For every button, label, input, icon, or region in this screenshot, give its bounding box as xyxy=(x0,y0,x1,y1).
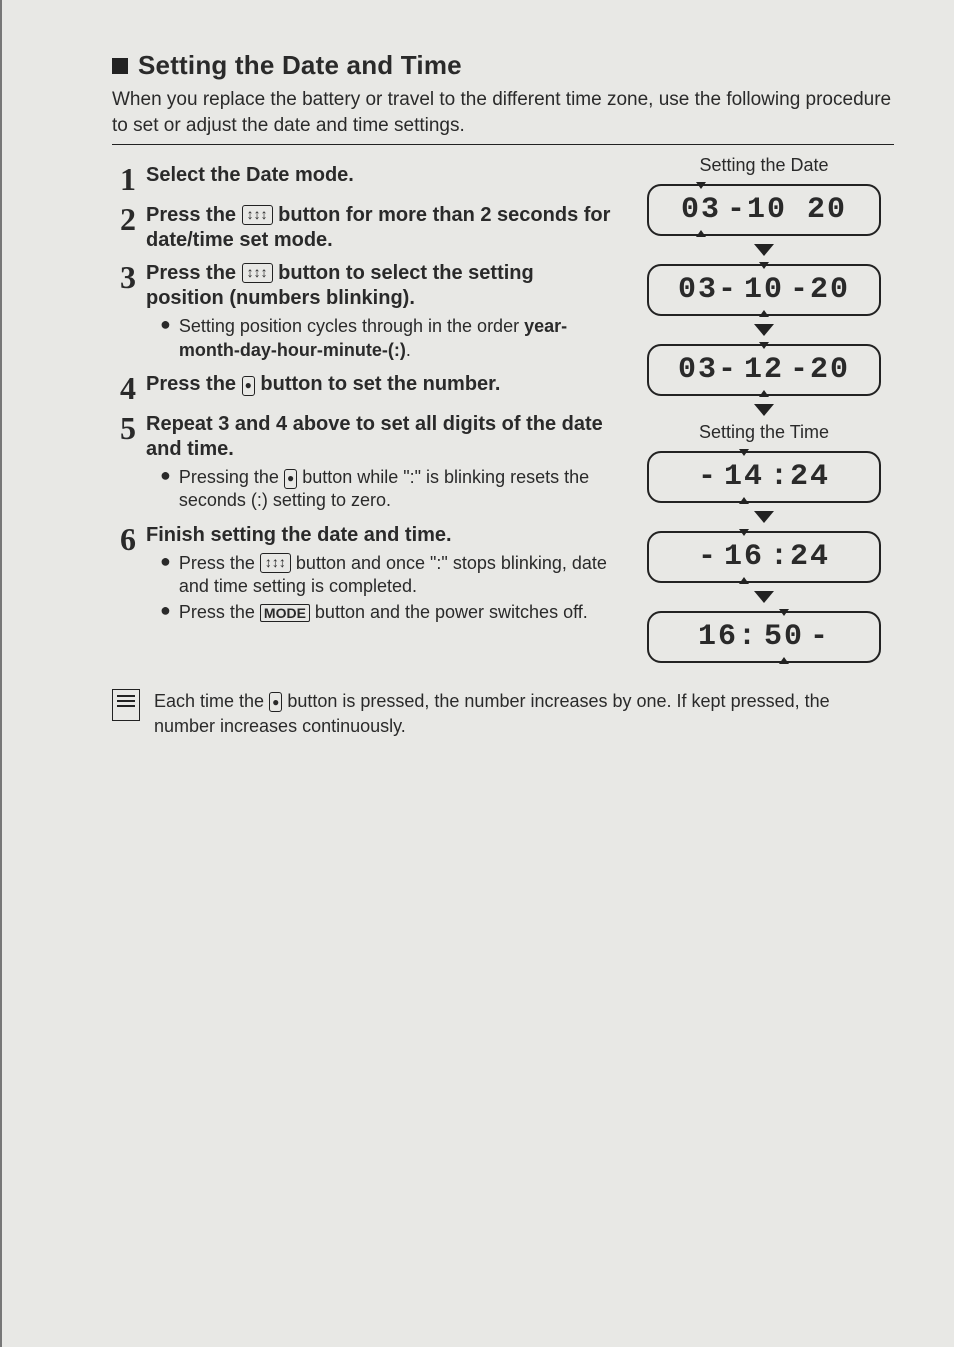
bullet-icon: ● xyxy=(160,601,171,624)
down-arrow-icon xyxy=(754,511,774,523)
down-arrow-icon xyxy=(754,404,774,416)
step-6: 6 Finish setting the date and time. ● Pr… xyxy=(112,523,614,626)
step-number: 6 xyxy=(112,523,136,626)
lcd-blink-segment: 14 xyxy=(724,460,764,494)
down-arrow-icon xyxy=(754,324,774,336)
step-2: 2 Press the ↕↕↕ button for more than 2 s… xyxy=(112,203,614,253)
step-subnote: ● Press the ↕↕↕ button and once ":" stop… xyxy=(160,552,614,599)
down-arrow-icon xyxy=(754,591,774,603)
lcd-display: - 16:24 xyxy=(647,531,881,583)
lcd-blink-segment: 12 xyxy=(744,353,784,387)
step-title: Repeat 3 and 4 above to set all digits o… xyxy=(146,412,614,462)
manual-page: Setting the Date and Time When you repla… xyxy=(0,0,954,1347)
select-button-icon: ↕↕↕ xyxy=(242,205,273,225)
bullet-icon: ● xyxy=(160,466,171,513)
steps-column: 1 Select the Date mode. 2 Press the ↕↕↕ … xyxy=(112,155,614,665)
mode-button-icon: MODE xyxy=(260,604,310,622)
step-subnote: ● Pressing the ● button while ":" is bli… xyxy=(160,466,614,513)
section-title: Setting the Date and Time xyxy=(138,50,462,81)
two-column-layout: 1 Select the Date mode. 2 Press the ↕↕↕ … xyxy=(112,155,894,665)
step-title: Press the ↕↕↕ button to select the setti… xyxy=(146,261,614,311)
note-icon xyxy=(112,689,140,721)
section-header: Setting the Date and Time xyxy=(112,50,894,81)
step-subnote: ● Setting position cycles through in the… xyxy=(160,315,614,362)
step-title: Press the ↕↕↕ button for more than 2 sec… xyxy=(146,203,614,253)
lcd-display: 03-12-20 xyxy=(647,344,881,396)
display-column: Setting the Date 03-10 20 03-10-20 03-12… xyxy=(634,155,894,665)
set-button-icon: ● xyxy=(242,376,255,396)
select-button-icon: ↕↕↕ xyxy=(242,263,273,283)
lcd-blink-segment: 50 xyxy=(764,620,804,654)
select-button-icon: ↕↕↕ xyxy=(260,553,291,573)
lcd-blink-segment: 16 xyxy=(724,540,764,574)
set-button-icon: ● xyxy=(269,692,282,712)
lcd-display: 03-10 20 xyxy=(647,184,881,236)
step-number: 2 xyxy=(112,203,136,253)
step-3: 3 Press the ↕↕↕ button to select the set… xyxy=(112,261,614,364)
lcd-blink-segment: 03 xyxy=(681,193,721,227)
footnote: Each time the ● button is pressed, the n… xyxy=(112,689,894,738)
step-number: 4 xyxy=(112,372,136,404)
step-number: 1 xyxy=(112,163,136,195)
step-title: Press the ● button to set the number. xyxy=(146,372,614,397)
lcd-blink-segment: 10 xyxy=(744,273,784,307)
step-title: Select the Date mode. xyxy=(146,163,614,188)
step-title: Finish setting the date and time. xyxy=(146,523,614,548)
down-arrow-icon xyxy=(754,244,774,256)
step-1: 1 Select the Date mode. xyxy=(112,163,614,195)
display-heading-date: Setting the Date xyxy=(699,155,828,176)
step-5: 5 Repeat 3 and 4 above to set all digits… xyxy=(112,412,614,515)
lcd-display: 03-10-20 xyxy=(647,264,881,316)
bullet-icon: ● xyxy=(160,552,171,599)
divider xyxy=(112,144,894,145)
display-heading-time: Setting the Time xyxy=(699,422,829,443)
step-subnote: ● Press the MODE button and the power sw… xyxy=(160,601,614,624)
bullet-icon: ● xyxy=(160,315,171,362)
step-number: 3 xyxy=(112,261,136,364)
step-4: 4 Press the ● button to set the number. xyxy=(112,372,614,404)
step-number: 5 xyxy=(112,412,136,515)
square-bullet-icon xyxy=(112,58,128,74)
lcd-display: - 14:24 xyxy=(647,451,881,503)
lcd-display: 16:50- xyxy=(647,611,881,663)
set-button-icon: ● xyxy=(284,469,297,489)
intro-text: When you replace the battery or travel t… xyxy=(112,87,894,138)
